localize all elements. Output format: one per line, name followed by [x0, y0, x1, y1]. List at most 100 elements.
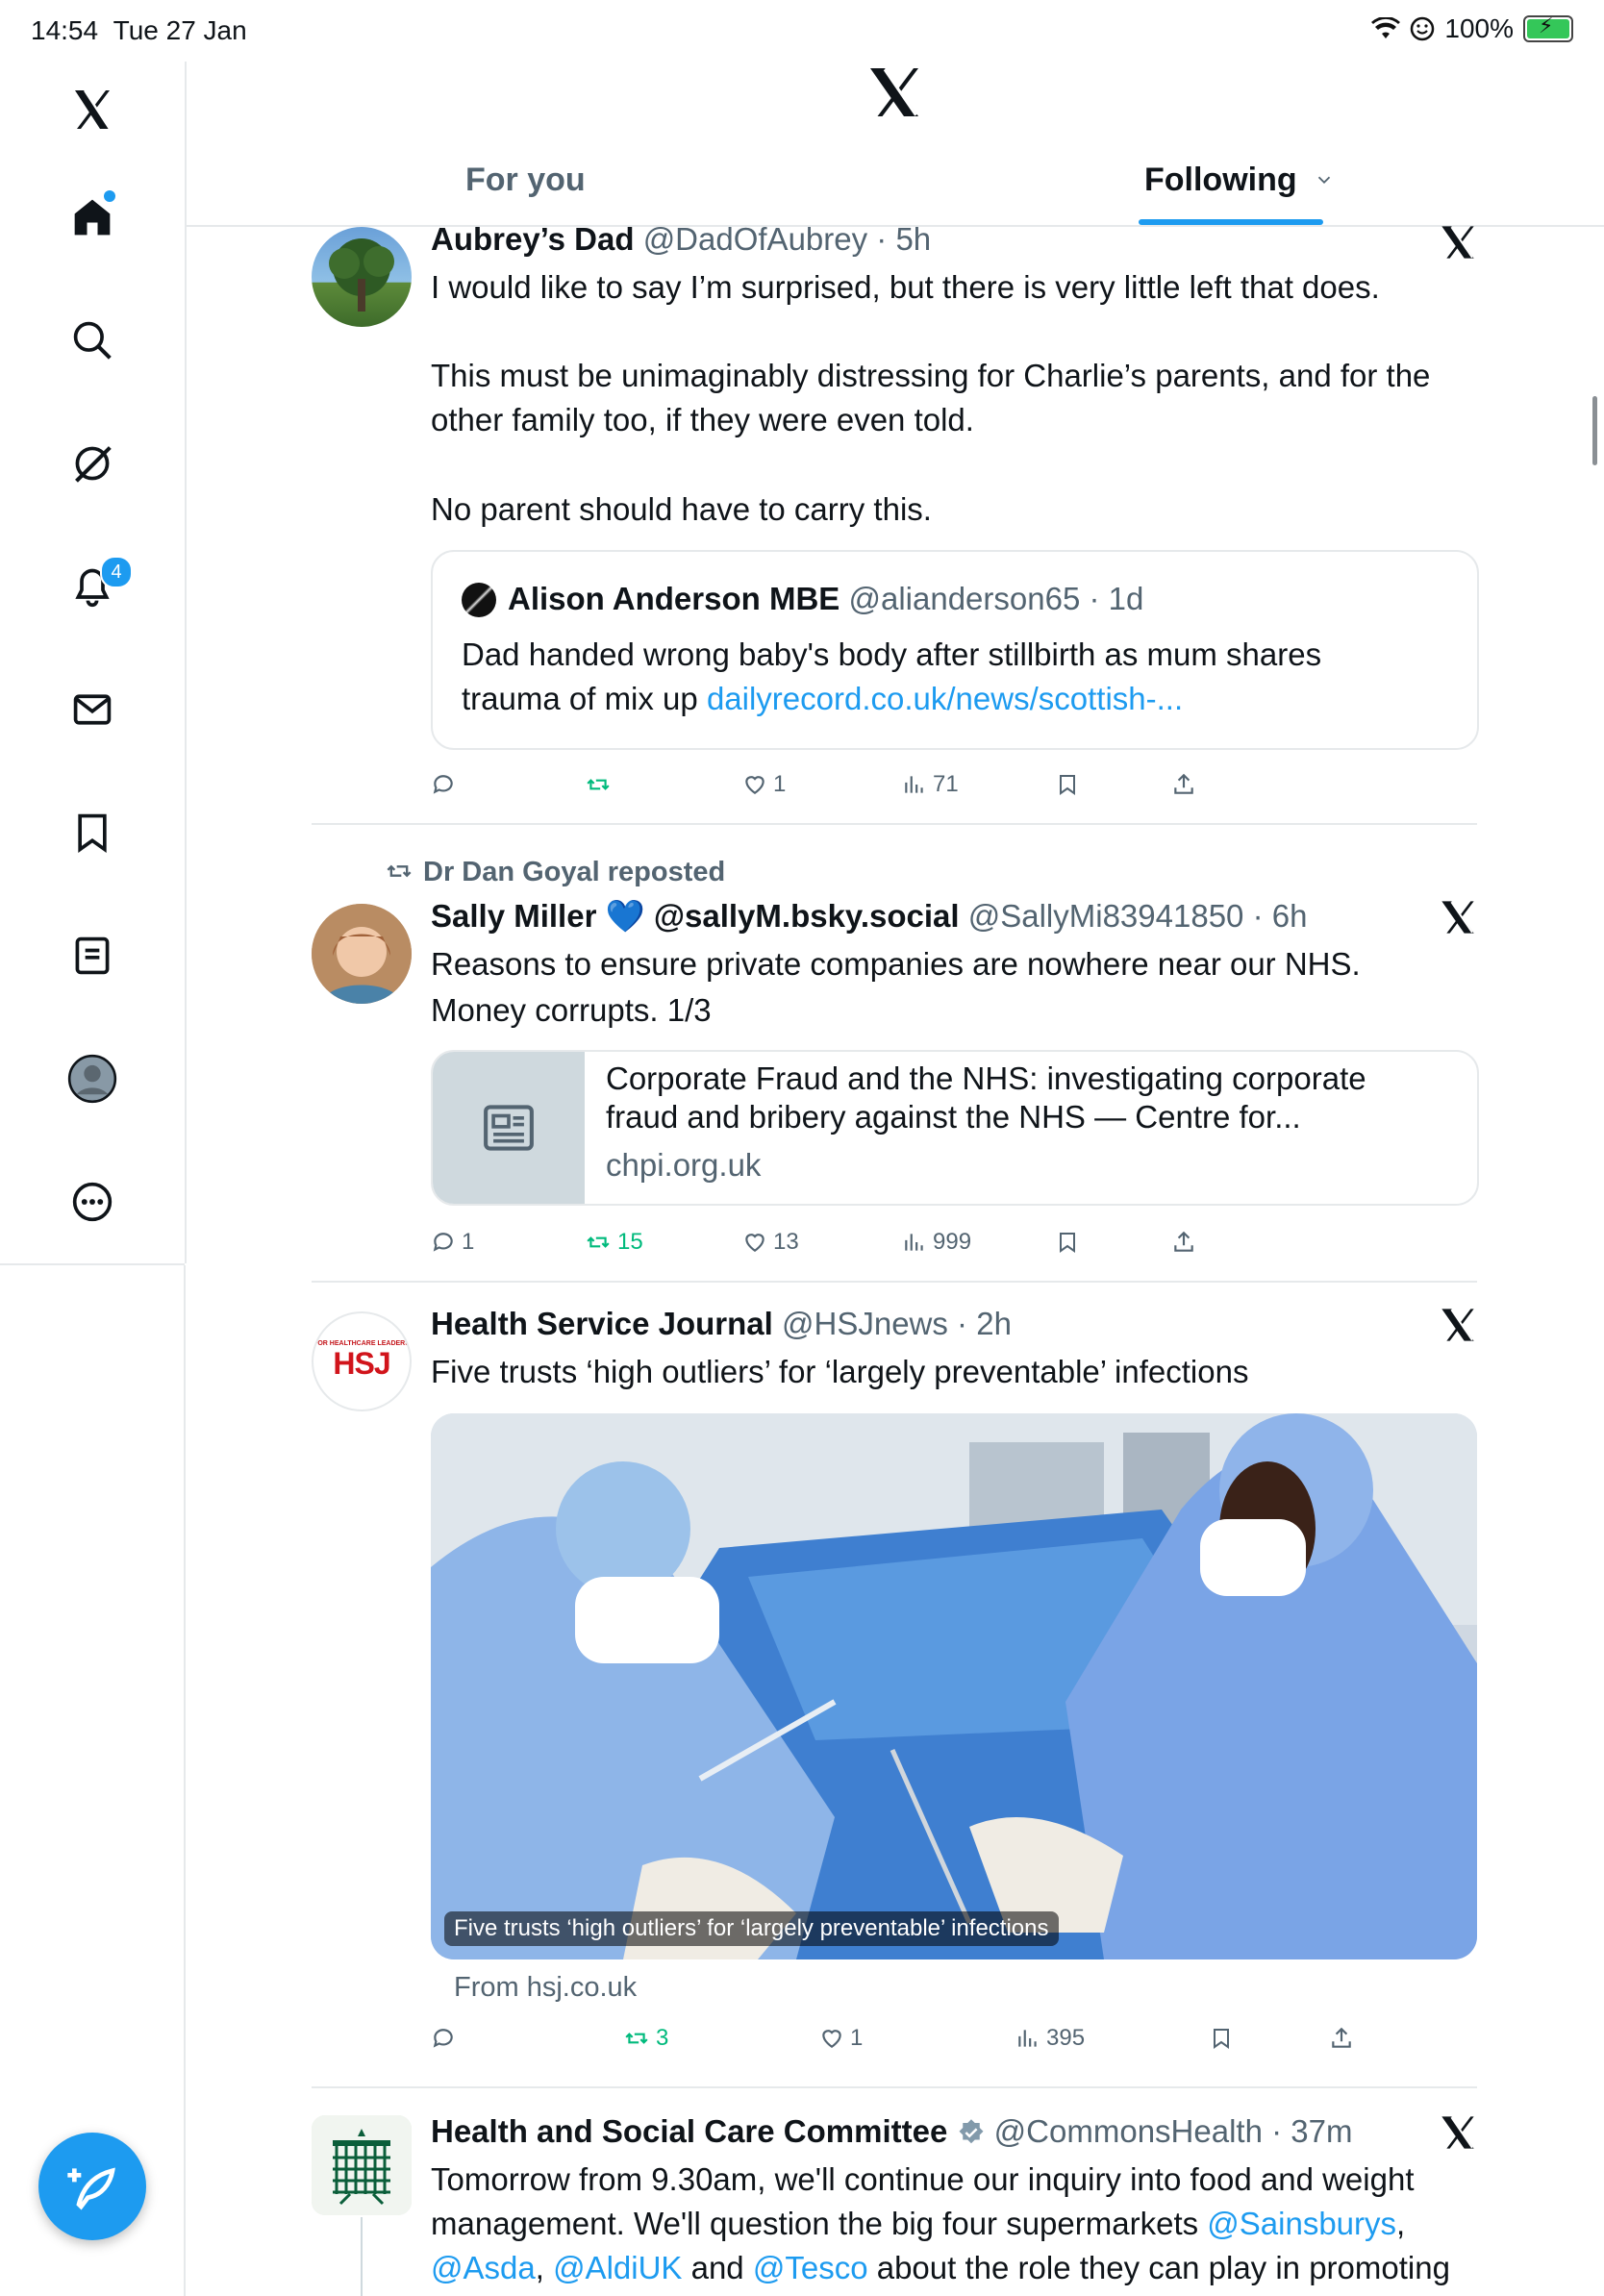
avatar[interactable]	[312, 2115, 412, 2215]
tab-following-label: Following	[1144, 162, 1297, 198]
post-divider	[312, 2086, 1477, 2088]
lists-icon[interactable]	[62, 925, 123, 986]
bookmark-icon	[1060, 775, 1075, 795]
like-button[interactable]: 13	[742, 1223, 799, 1261]
views-icon	[1018, 2030, 1037, 2047]
repost-context[interactable]: Dr Dan Goyal reposted	[383, 850, 725, 894]
link-preview-card[interactable]: Corporate Fraud and the NHS: investigati…	[431, 1050, 1479, 1206]
header-x-logo-icon[interactable]	[865, 63, 923, 121]
notifications-badge: 4	[100, 556, 133, 588]
like-button[interactable]: 1	[819, 2019, 863, 2058]
author-handle[interactable]: @DadOfAubrey	[643, 221, 867, 257]
tweet-header: Aubrey’s Dad @DadOfAubrey · 5h	[431, 221, 932, 257]
sidebar-border	[184, 1265, 186, 2296]
battery-percent: 100%	[1444, 13, 1514, 43]
scrollbar[interactable]	[1592, 396, 1597, 465]
wifi-icon	[1371, 17, 1401, 38]
sidebar-divider	[0, 1263, 185, 1265]
tweet-actions: 1 71	[431, 765, 1479, 804]
tab-following[interactable]: Following	[1144, 162, 1335, 199]
author-name[interactable]: Health Service Journal	[431, 1306, 773, 1341]
author-name[interactable]: Aubrey’s Dad	[431, 221, 635, 257]
quote-author-name: Alison Anderson MBE	[508, 581, 840, 616]
author-handle[interactable]: @CommonsHealth	[994, 2113, 1263, 2149]
reply-button[interactable]	[431, 2019, 462, 2058]
verified-badge-icon	[959, 2119, 983, 2144]
avatar[interactable]	[312, 904, 412, 1004]
like-button[interactable]: 1	[742, 765, 786, 804]
share-button[interactable]	[1171, 1223, 1196, 1261]
messages-icon[interactable]	[62, 679, 123, 740]
post-image-surgery[interactable]: Five trusts ‘high outliers’ for ‘largely…	[431, 1413, 1477, 1959]
mention-aldi[interactable]: @AldiUK	[553, 2250, 682, 2285]
search-icon[interactable]	[62, 310, 123, 371]
home-icon[interactable]	[62, 187, 123, 248]
repost-button[interactable]: 3	[623, 2019, 668, 2058]
thread-line	[361, 2217, 363, 2296]
mention-tesco[interactable]: @Tesco	[753, 2250, 868, 2285]
repost-button[interactable]: 15	[585, 1223, 643, 1261]
post-time[interactable]: 37m	[1291, 2113, 1352, 2149]
grok-icon[interactable]	[62, 433, 123, 494]
heart-icon	[745, 1234, 764, 1252]
share-button[interactable]	[1171, 765, 1196, 804]
bookmark-button[interactable]	[1056, 1223, 1079, 1261]
article-icon	[433, 1052, 585, 1204]
bookmark-button[interactable]	[1210, 2019, 1233, 2058]
avatar-hsj-text: HSJ	[333, 1346, 390, 1381]
tweet-header: Sally Miller 💙 @sallyM.bsky.social @Sall…	[431, 898, 1308, 934]
heart-icon	[822, 2030, 841, 2048]
views-icon	[905, 1234, 923, 1251]
bookmark-button[interactable]	[1056, 765, 1079, 804]
post-time[interactable]: 2h	[976, 1306, 1012, 1341]
notifications-icon[interactable]: 4	[62, 556, 133, 617]
more-icon[interactable]	[62, 1171, 123, 1233]
repost-icon	[587, 1236, 610, 1248]
share-button[interactable]	[1329, 2019, 1354, 2058]
author-handle[interactable]: @SallyMi83941850	[968, 898, 1244, 934]
repost-icon	[625, 2033, 648, 2044]
compose-feather-icon	[67, 2167, 115, 2210]
views-button[interactable]: 71	[902, 765, 959, 804]
tab-for-you[interactable]: For you	[465, 162, 586, 199]
quote-text-line: trauma of mix up dailyrecord.co.uk/news/…	[462, 681, 1184, 716]
reply-button[interactable]: 1	[431, 1223, 474, 1261]
post-time[interactable]: 5h	[895, 221, 931, 257]
surgery-photo	[431, 1413, 1477, 1959]
share-icon	[1174, 1231, 1193, 1252]
quote-header: Alison Anderson MBE @alianderson65 · 1d	[508, 581, 1144, 616]
compose-post-button[interactable]	[38, 2133, 146, 2240]
repost-icon	[587, 779, 610, 790]
tweet-text-line: other family too, if they were even told…	[431, 402, 974, 437]
mention-sainsburys[interactable]: @Sainsburys	[1207, 2206, 1396, 2241]
quote-link[interactable]: dailyrecord.co.uk/news/scottish-...	[707, 681, 1183, 716]
tweet-text-line: Reasons to ensure private companies are …	[431, 946, 1361, 982]
repost-context-label: Dr Dan Goyal reposted	[423, 857, 726, 887]
quoted-post[interactable]: Alison Anderson MBE @alianderson65 · 1d …	[431, 550, 1479, 750]
focus-smile-icon	[1411, 16, 1435, 41]
views-button[interactable]: 999	[902, 1223, 971, 1261]
link-card-domain: chpi.org.uk	[606, 1147, 762, 1183]
author-name[interactable]: Health and Social Care Committee	[431, 2113, 947, 2149]
bookmark-icon	[1060, 1233, 1075, 1253]
tweet-actions: 1 15 13 999	[431, 1223, 1479, 1261]
x-logo-icon[interactable]	[62, 79, 123, 140]
x-icon	[1439, 223, 1477, 262]
reply-button[interactable]	[431, 765, 462, 804]
views-button[interactable]: 395	[1015, 2019, 1085, 2058]
bookmarks-icon[interactable]	[62, 802, 123, 863]
tweet-header: Health Service Journal @HSJnews · 2h	[431, 1306, 1012, 1341]
avatar[interactable]	[312, 227, 412, 327]
mention-asda[interactable]: @Asda	[431, 2250, 536, 2285]
author-handle[interactable]: @HSJnews	[782, 1306, 948, 1341]
media-caption: Five trusts ‘high outliers’ for ‘largely…	[444, 1911, 1059, 1946]
author-name[interactable]: Sally Miller 💙 @sallyM.bsky.social	[431, 898, 960, 934]
quote-author-handle: @alianderson65	[848, 581, 1081, 616]
share-icon	[1332, 2027, 1351, 2048]
avatar[interactable]: FOR HEALTHCARE LEADERS HSJ	[312, 1311, 412, 1411]
link-card-title: Corporate Fraud and the NHS: investigati…	[606, 1061, 1366, 1096]
media-source[interactable]: From hsj.co.uk	[454, 1965, 637, 2009]
profile-icon[interactable]	[62, 1048, 123, 1110]
repost-button[interactable]	[585, 765, 617, 804]
post-time[interactable]: 6h	[1272, 898, 1308, 934]
